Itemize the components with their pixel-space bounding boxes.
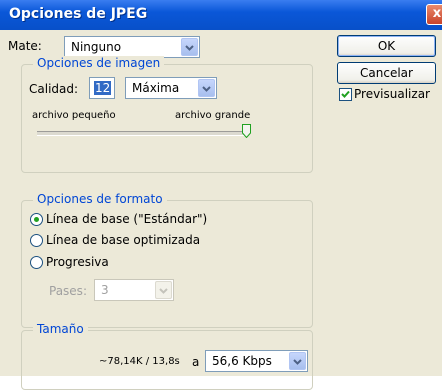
slider-track [37, 131, 247, 136]
matte-value: Ninguno [71, 40, 122, 54]
size-legend: Tamaño [33, 322, 88, 336]
preview-label: Previsualizar [354, 87, 430, 101]
preview-checkbox-row[interactable]: Previsualizar [339, 86, 439, 103]
ok-button[interactable]: OK [337, 35, 436, 57]
format-option-baseline[interactable]: Línea de base ("Estándar") [30, 211, 290, 228]
title-bar: Opciones de JPEG x [0, 0, 442, 30]
scans-value: 3 [101, 283, 109, 297]
matte-label: Mate: [8, 39, 42, 53]
quality-input[interactable]: 12 [89, 77, 115, 99]
format-option-baseline-label: Línea de base ("Estándar") [46, 212, 208, 226]
format-option-progressive-label: Progresiva [46, 255, 109, 269]
format-options-legend: Opciones de formato [33, 192, 167, 206]
quality-preset-dropdown[interactable]: Máxima [125, 77, 217, 99]
preview-checkbox[interactable] [339, 88, 352, 101]
radio-selected-dot [34, 217, 39, 222]
image-options-legend: Opciones de imagen [33, 56, 165, 70]
radio-baseline[interactable] [30, 213, 43, 226]
speed-value: 56,6 Kbps [212, 354, 272, 368]
quality-label: Calidad: [29, 82, 79, 96]
chevron-down-icon [181, 38, 198, 56]
cancel-button[interactable]: Cancelar [337, 62, 436, 84]
close-button[interactable]: x [426, 4, 442, 25]
matte-dropdown[interactable]: Ninguno [64, 36, 200, 58]
quality-slider[interactable] [37, 124, 255, 142]
quality-value: 12 [94, 81, 112, 95]
slider-thumb[interactable] [242, 124, 251, 139]
radio-progressive[interactable] [30, 256, 43, 269]
speed-at-label: a [192, 355, 200, 369]
format-option-optimized[interactable]: Línea de base optimizada [30, 232, 290, 249]
dialog-body: Mate: Ninguno Opciones de imagen Calidad… [0, 30, 442, 390]
large-file-label: archivo grande [175, 110, 251, 121]
radio-optimized[interactable] [30, 234, 43, 247]
quality-preset-value: Máxima [132, 81, 180, 95]
chevron-down-icon [289, 352, 306, 370]
size-estimate: ~78,14K / 13,8s [99, 356, 180, 367]
format-option-optimized-label: Línea de base optimizada [46, 233, 201, 247]
chevron-down-icon [155, 281, 172, 299]
close-icon: x [432, 6, 442, 21]
scans-dropdown[interactable]: 3 [94, 279, 174, 301]
speed-dropdown[interactable]: 56,6 Kbps [205, 350, 308, 372]
window-title: Opciones de JPEG [9, 6, 148, 22]
checkmark-icon [341, 90, 350, 98]
small-file-label: archivo pequeño [32, 110, 116, 121]
scans-label: Pases: [49, 284, 87, 298]
chevron-down-icon [198, 79, 215, 97]
format-option-progressive[interactable]: Progresiva [30, 254, 290, 271]
